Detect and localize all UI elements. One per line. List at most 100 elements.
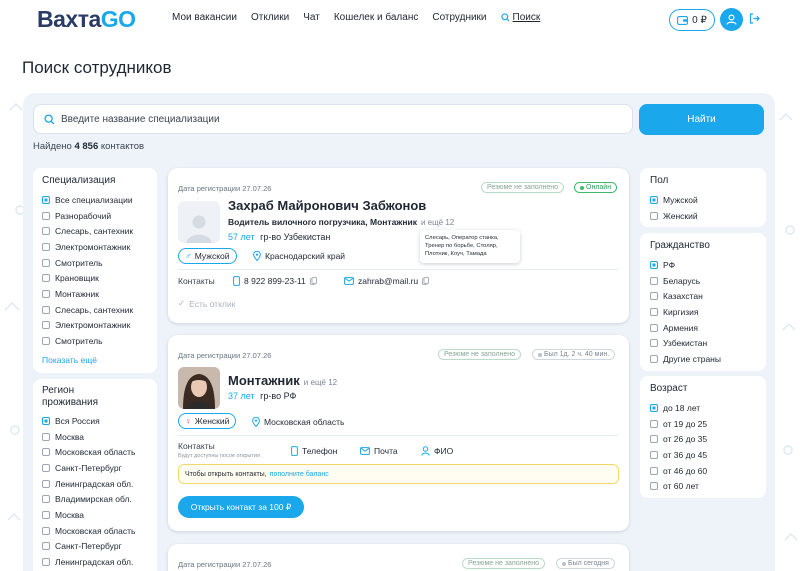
- checkbox[interactable]: [42, 321, 50, 330]
- filter-option[interactable]: Монтажник: [42, 286, 157, 302]
- filter-option[interactable]: до 18 лет: [650, 400, 766, 416]
- filter-option[interactable]: Смотритель: [42, 255, 157, 271]
- checkbox[interactable]: [42, 227, 50, 236]
- filter-option[interactable]: Узбекистан: [650, 335, 766, 351]
- filter-region-title: Регион проживания: [42, 385, 98, 408]
- filter-option[interactable]: Слесарь, сантехник: [42, 223, 157, 239]
- filter-option[interactable]: Московская область: [42, 444, 157, 460]
- nav-my-vacancies[interactable]: Мои вакансии: [172, 12, 237, 23]
- filter-option[interactable]: Санкт-Петербург: [42, 539, 157, 555]
- responded-status: ✓ Есть отклик: [178, 298, 235, 309]
- checkbox[interactable]: [650, 466, 658, 475]
- filter-option[interactable]: Женский: [650, 208, 766, 224]
- checkbox[interactable]: [42, 289, 50, 298]
- search-field[interactable]: [33, 104, 633, 134]
- open-contact-button[interactable]: Открыть контакт за 100 ₽: [178, 496, 304, 518]
- logout-icon[interactable]: [749, 13, 760, 24]
- copy-icon[interactable]: [309, 277, 317, 285]
- checkbox[interactable]: [42, 258, 50, 267]
- filter-option[interactable]: Санкт-Петербург: [42, 460, 157, 476]
- filter-option[interactable]: Вся Россия: [42, 413, 157, 429]
- checkbox[interactable]: [650, 435, 658, 444]
- checkbox[interactable]: [42, 558, 50, 567]
- checkbox[interactable]: [650, 354, 658, 363]
- filter-option[interactable]: Разнорабочий: [42, 208, 157, 224]
- filter-option[interactable]: от 26 до 35: [650, 431, 766, 447]
- filter-option[interactable]: Крановщик: [42, 270, 157, 286]
- filter-option[interactable]: Все специализации: [42, 192, 157, 208]
- checkbox[interactable]: [42, 463, 50, 472]
- checkbox[interactable]: [42, 195, 50, 204]
- checkbox[interactable]: [650, 260, 658, 269]
- profile-avatar-button[interactable]: [720, 8, 743, 31]
- checkbox[interactable]: [650, 403, 658, 412]
- filter-option[interactable]: Ленинградская обл.: [42, 476, 157, 492]
- filter-option[interactable]: от 19 до 25: [650, 416, 766, 432]
- filter-option[interactable]: Беларусь: [650, 273, 766, 289]
- copy-icon[interactable]: [422, 277, 430, 285]
- filter-option[interactable]: Киргизия: [650, 304, 766, 320]
- checkbox[interactable]: [42, 337, 50, 346]
- filter-option[interactable]: Казахстан: [650, 288, 766, 304]
- filter-option[interactable]: Другие страны: [650, 351, 766, 367]
- filter-option[interactable]: Москва: [42, 507, 157, 523]
- checkbox[interactable]: [650, 307, 658, 316]
- checkbox[interactable]: [42, 542, 50, 551]
- checkbox[interactable]: [650, 339, 658, 348]
- filter-option[interactable]: от 46 до 60: [650, 463, 766, 479]
- nav-employees[interactable]: Сотрудники: [432, 12, 486, 23]
- more-professions-link[interactable]: и ещё 12: [421, 218, 454, 227]
- checkbox[interactable]: [650, 482, 658, 491]
- logo[interactable]: ВахтаGO: [37, 6, 136, 33]
- fio-contact-locked: ФИО: [421, 446, 453, 456]
- checkbox[interactable]: [650, 419, 658, 428]
- checkbox[interactable]: [42, 305, 50, 314]
- checkbox[interactable]: [42, 211, 50, 220]
- checkbox[interactable]: [42, 242, 50, 251]
- filter-option[interactable]: Владимирская обл.: [42, 491, 157, 507]
- candidate-name[interactable]: Монтажник и ещё 12: [228, 373, 337, 388]
- checkbox[interactable]: [42, 526, 50, 535]
- filter-option[interactable]: Москва: [42, 429, 157, 445]
- checkbox[interactable]: [650, 195, 658, 204]
- nav-wallet[interactable]: Кошелек и баланс: [334, 12, 419, 23]
- filter-option[interactable]: Слесарь, сантехник: [42, 302, 157, 318]
- search-input[interactable]: [61, 113, 581, 125]
- filter-option[interactable]: от 60 лет: [650, 478, 766, 494]
- filter-option[interactable]: Смотритель: [42, 333, 157, 349]
- filter-option[interactable]: Ленинградская обл.: [42, 554, 157, 570]
- candidate-name[interactable]: Захраб Майронович Забжонов: [228, 198, 426, 213]
- checkbox[interactable]: [42, 432, 50, 441]
- checkbox[interactable]: [650, 211, 658, 220]
- email-contact[interactable]: zahrab@mail.ru: [344, 276, 430, 286]
- phone-contact[interactable]: 8 922 899-23-11: [233, 276, 317, 286]
- filter-option[interactable]: от 36 до 45: [650, 447, 766, 463]
- balance-button[interactable]: 0 ₽: [669, 9, 715, 31]
- filter-option-label: Электромонтажник: [55, 241, 131, 252]
- checkbox[interactable]: [650, 276, 658, 285]
- filter-option[interactable]: РФ: [650, 257, 766, 273]
- status-dot-icon: [538, 352, 542, 357]
- find-button[interactable]: Найти: [639, 104, 764, 135]
- show-more-link[interactable]: Показать ещё: [42, 355, 157, 365]
- checkbox[interactable]: [42, 448, 50, 457]
- checkbox[interactable]: [42, 510, 50, 519]
- checkbox[interactable]: [42, 495, 50, 504]
- nav-search[interactable]: Поиск: [500, 12, 540, 23]
- checkbox[interactable]: [42, 479, 50, 488]
- wallet-icon: [677, 15, 689, 25]
- nav-responses[interactable]: Отклики: [251, 12, 289, 23]
- checkbox[interactable]: [42, 416, 50, 425]
- checkbox[interactable]: [42, 274, 50, 283]
- top-up-link[interactable]: пополните баланс: [270, 471, 329, 478]
- filter-option[interactable]: Электромонтажник: [42, 239, 157, 255]
- checkbox[interactable]: [650, 292, 658, 301]
- filter-option[interactable]: Мужской: [650, 192, 766, 208]
- nav-chat[interactable]: Чат: [303, 12, 320, 23]
- filter-option[interactable]: Армения: [650, 320, 766, 336]
- checkbox[interactable]: [650, 323, 658, 332]
- more-professions-link[interactable]: и ещё 12: [304, 378, 337, 387]
- filter-option[interactable]: Московская область: [42, 523, 157, 539]
- filter-option[interactable]: Электромонтажник: [42, 318, 157, 334]
- checkbox[interactable]: [650, 450, 658, 459]
